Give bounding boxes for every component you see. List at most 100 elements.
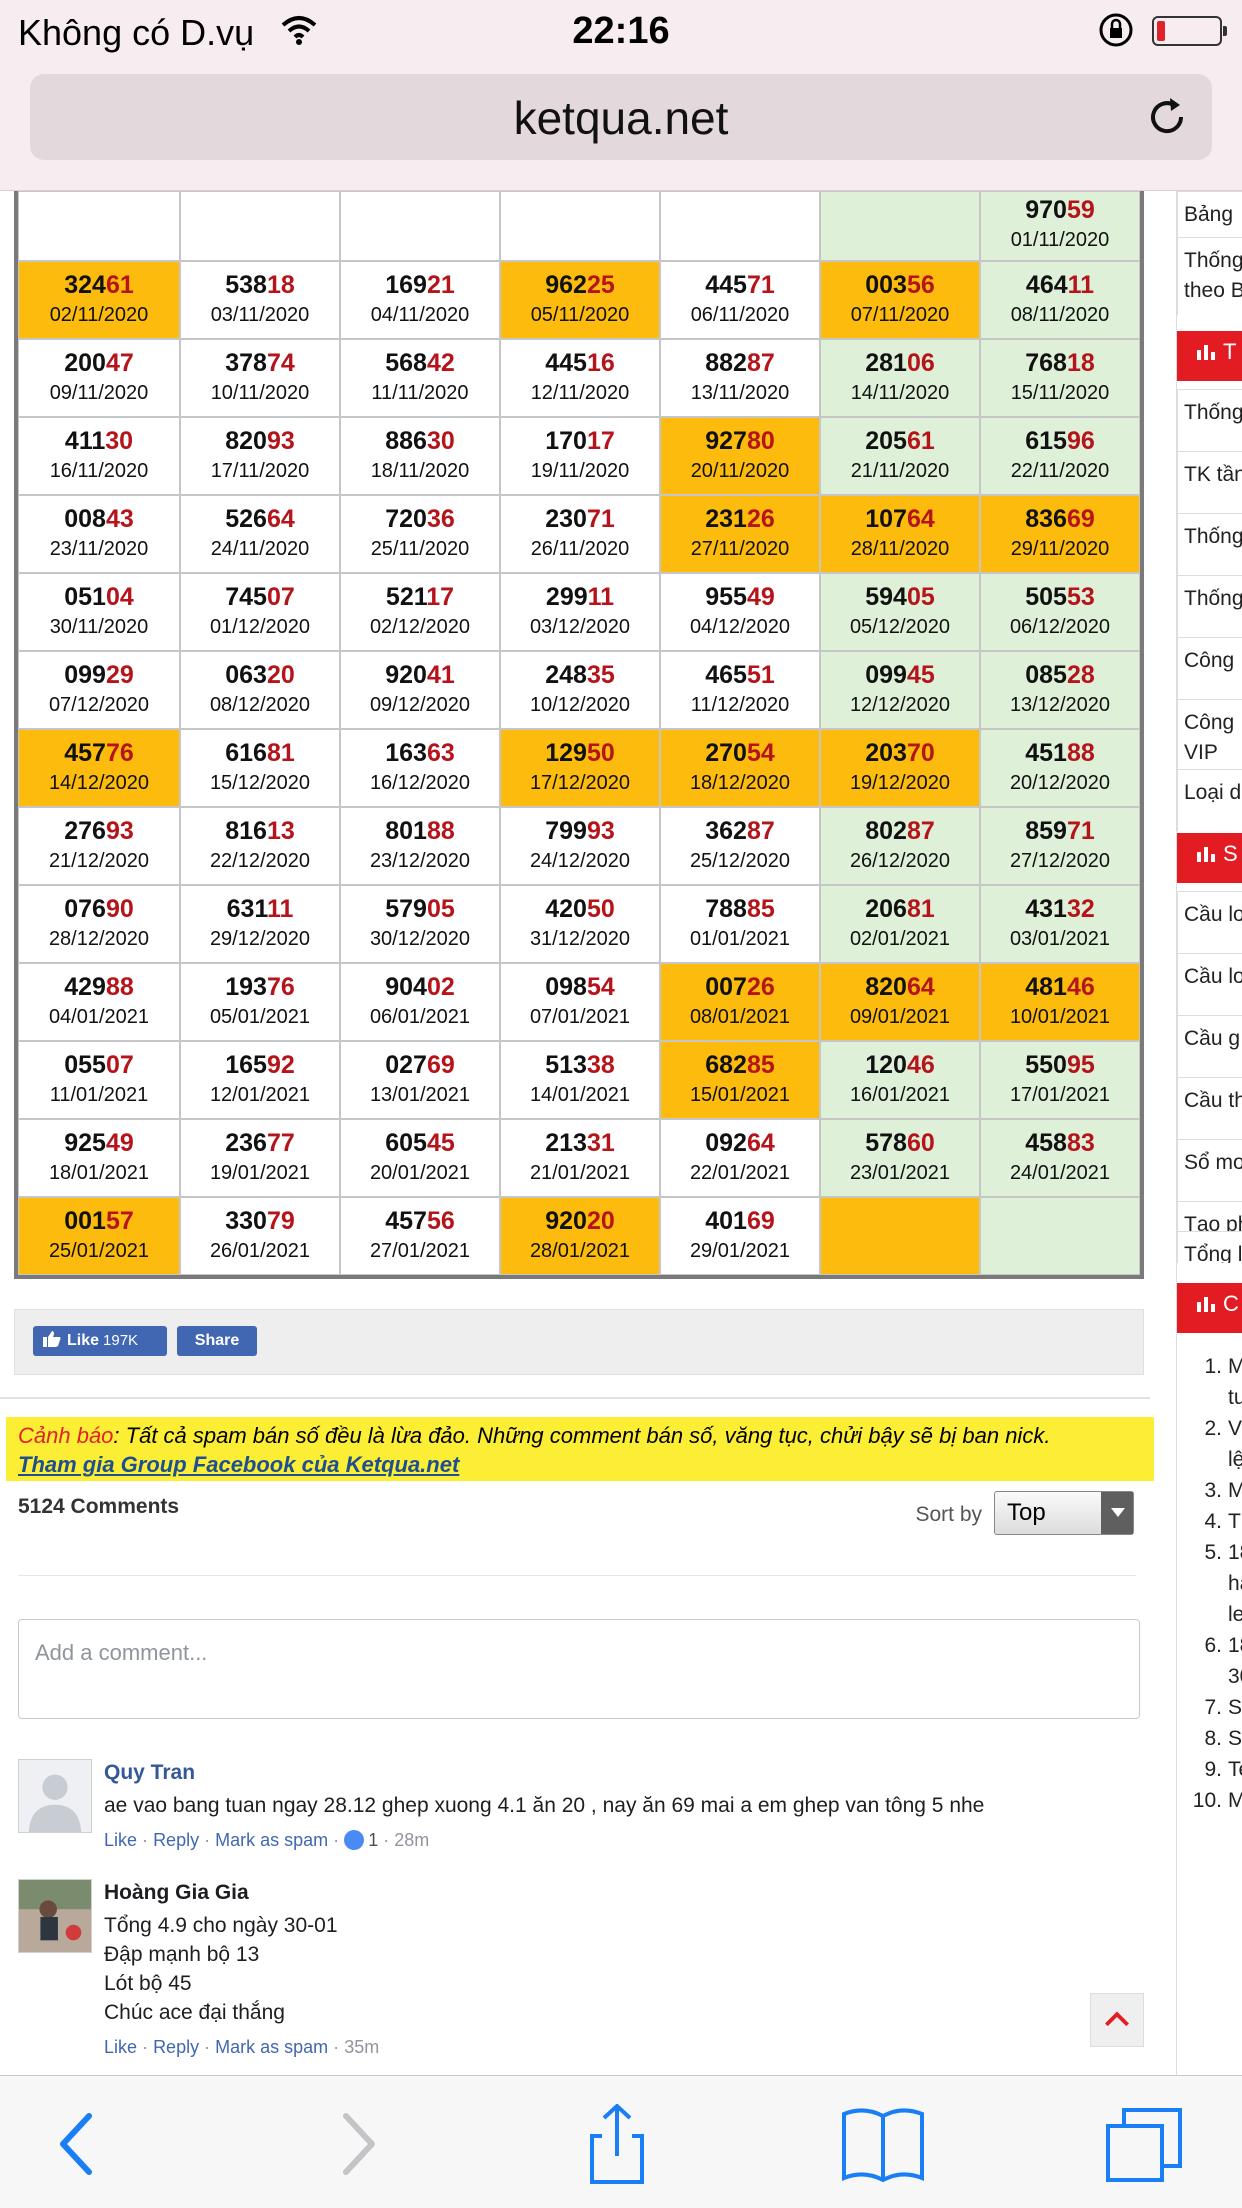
facebook-group-link[interactable]: Tham gia Group Facebook của Ketqua.net <box>18 1452 459 1477</box>
like-link[interactable]: Like <box>104 2037 137 2057</box>
sort-select[interactable]: Top <box>994 1491 1134 1535</box>
result-date[interactable]: 26/01/2021 <box>181 1240 339 1263</box>
comment-time[interactable]: 28m <box>394 1830 429 1850</box>
comment-input[interactable]: Add a comment... <box>18 1619 1140 1719</box>
result-date[interactable]: 19/12/2020 <box>821 772 979 795</box>
result-date[interactable]: 20/11/2020 <box>661 460 819 483</box>
sidebar-link[interactable]: Thống <box>1177 513 1242 575</box>
sidebar-link[interactable]: Thống <box>1177 389 1242 451</box>
result-date[interactable]: 16/11/2020 <box>19 460 179 483</box>
result-date[interactable]: 19/01/2021 <box>181 1162 339 1185</box>
result-date[interactable]: 04/11/2020 <box>341 304 499 327</box>
result-date[interactable]: 07/11/2020 <box>821 304 979 327</box>
result-date[interactable]: 27/01/2021 <box>341 1240 499 1263</box>
result-date[interactable]: 29/01/2021 <box>661 1240 819 1263</box>
result-date[interactable]: 14/01/2021 <box>501 1084 659 1107</box>
result-date[interactable]: 10/12/2020 <box>501 694 659 717</box>
result-date[interactable]: 17/11/2020 <box>181 460 339 483</box>
sidebar-link[interactable]: Sổ mo <box>1177 1139 1242 1201</box>
sidebar-list-item[interactable]: 3. M <box>1192 1475 1242 1506</box>
result-date[interactable]: 15/11/2020 <box>981 382 1139 405</box>
avatar[interactable] <box>18 1879 92 1953</box>
result-date[interactable]: 14/12/2020 <box>19 772 179 795</box>
result-date[interactable]: 05/01/2021 <box>181 1006 339 1029</box>
result-date[interactable]: 12/12/2020 <box>821 694 979 717</box>
result-date[interactable]: 11/12/2020 <box>661 694 819 717</box>
result-date[interactable]: 29/12/2020 <box>181 928 339 951</box>
result-date[interactable]: 02/01/2021 <box>821 928 979 951</box>
result-date[interactable]: 30/11/2020 <box>19 616 179 639</box>
sidebar-list-item[interactable]: lệ <box>1192 1444 1242 1475</box>
comment-time[interactable]: 35m <box>344 2037 379 2057</box>
result-date[interactable]: 10/01/2021 <box>981 1006 1139 1029</box>
result-date[interactable]: 08/11/2020 <box>981 304 1139 327</box>
result-date[interactable]: 22/11/2020 <box>981 460 1139 483</box>
result-date[interactable]: 31/12/2020 <box>501 928 659 951</box>
facebook-like-button[interactable]: Like 197K <box>33 1326 167 1356</box>
sidebar-link[interactable]: Tạo ph <box>1177 1201 1242 1231</box>
result-date[interactable]: 06/12/2020 <box>981 616 1139 639</box>
result-date[interactable]: 24/01/2021 <box>981 1162 1139 1185</box>
result-date[interactable]: 24/11/2020 <box>181 538 339 561</box>
result-date[interactable]: 09/12/2020 <box>341 694 499 717</box>
avatar[interactable] <box>18 1759 92 1833</box>
comment-author[interactable]: Hoàng Gia Gia <box>104 1879 1114 1907</box>
tabs-icon[interactable] <box>1100 2104 1190 2184</box>
result-date[interactable]: 21/12/2020 <box>19 850 179 873</box>
sidebar-link[interactable]: Loại d <box>1177 769 1242 831</box>
result-date[interactable]: 28/11/2020 <box>821 538 979 561</box>
result-date[interactable]: 22/12/2020 <box>181 850 339 873</box>
result-date[interactable]: 18/01/2021 <box>19 1162 179 1185</box>
result-date[interactable]: 05/11/2020 <box>501 304 659 327</box>
result-date[interactable]: 30/12/2020 <box>341 928 499 951</box>
sidebar-link[interactable]: Cầu th <box>1177 1077 1242 1139</box>
result-date[interactable]: 21/01/2021 <box>501 1162 659 1185</box>
facebook-share-button[interactable]: Share <box>177 1326 257 1356</box>
reply-link[interactable]: Reply <box>153 1830 199 1850</box>
sidebar-link[interactable]: Cầu g <box>1177 1015 1242 1077</box>
result-date[interactable]: 08/01/2021 <box>661 1006 819 1029</box>
sidebar-link[interactable]: Thống <box>1177 575 1242 637</box>
sidebar-link[interactable]: Thống theo B <box>1177 237 1242 315</box>
sidebar-list-item[interactable]: 7. So <box>1192 1692 1242 1723</box>
bookmarks-icon[interactable] <box>838 2104 928 2184</box>
sidebar-list-item[interactable]: 10. M <box>1192 1785 1242 1816</box>
sidebar-list-item[interactable]: 8. So <box>1192 1723 1242 1754</box>
result-date[interactable]: 01/01/2021 <box>661 928 819 951</box>
mark-spam-link[interactable]: Mark as spam <box>215 2037 328 2057</box>
chevron-up-icon[interactable] <box>1090 1993 1144 2047</box>
result-date[interactable]: 17/12/2020 <box>501 772 659 795</box>
sidebar-list-item[interactable]: ha <box>1192 1568 1242 1599</box>
url-bar[interactable]: ketqua.net <box>30 74 1212 160</box>
result-date[interactable]: 27/12/2020 <box>981 850 1139 873</box>
reload-icon[interactable] <box>1144 94 1190 140</box>
sidebar-list-item[interactable]: 2. Vr <box>1192 1413 1242 1444</box>
result-date[interactable]: 27/11/2020 <box>661 538 819 561</box>
result-date[interactable]: 06/11/2020 <box>661 304 819 327</box>
result-date[interactable]: 07/01/2021 <box>501 1006 659 1029</box>
result-date[interactable]: 23/12/2020 <box>341 850 499 873</box>
result-date[interactable]: 12/11/2020 <box>501 382 659 405</box>
result-date[interactable]: 06/01/2021 <box>341 1006 499 1029</box>
sidebar-list-item[interactable]: 1. M <box>1192 1351 1242 1382</box>
sidebar-link[interactable]: Tổng l <box>1177 1231 1242 1263</box>
result-date[interactable]: 16/01/2021 <box>821 1084 979 1107</box>
result-date[interactable]: 18/12/2020 <box>661 772 819 795</box>
back-icon[interactable] <box>35 2104 125 2184</box>
result-date[interactable]: 11/11/2020 <box>341 382 499 405</box>
result-date[interactable]: 25/12/2020 <box>661 850 819 873</box>
result-date[interactable]: 28/01/2021 <box>501 1240 659 1263</box>
sidebar-list-item[interactable]: 6.18 <box>1192 1630 1242 1661</box>
sidebar-list-item[interactable]: lea <box>1192 1599 1242 1630</box>
result-date[interactable]: 07/12/2020 <box>19 694 179 717</box>
result-date[interactable]: 25/01/2021 <box>19 1240 179 1263</box>
result-date[interactable]: 09/11/2020 <box>19 382 179 405</box>
result-date[interactable]: 20/12/2020 <box>981 772 1139 795</box>
result-date[interactable]: 16/12/2020 <box>341 772 499 795</box>
share-icon[interactable] <box>572 2104 662 2184</box>
like-link[interactable]: Like <box>104 1830 137 1850</box>
comment-author[interactable]: Quy Tran <box>104 1759 1114 1787</box>
result-date[interactable]: 03/01/2021 <box>981 928 1139 951</box>
result-date[interactable]: 03/12/2020 <box>501 616 659 639</box>
result-date[interactable]: 13/11/2020 <box>661 382 819 405</box>
